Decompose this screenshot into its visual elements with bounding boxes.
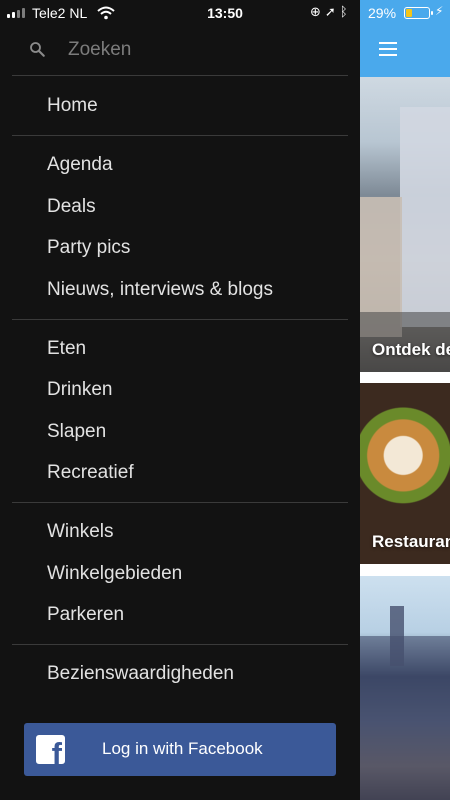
- battery-icon: [404, 7, 433, 19]
- search-icon: [30, 42, 45, 57]
- search-input[interactable]: [68, 36, 328, 64]
- divider: [12, 75, 348, 76]
- facebook-login-button[interactable]: f Log in with Facebook: [24, 723, 336, 776]
- feature-card-restaurants[interactable]: Restauran: [360, 383, 450, 564]
- menu-item-party-pics[interactable]: Party pics: [47, 237, 130, 259]
- status-icons: ⊕➚ᛒ: [310, 4, 352, 20]
- charging-icon: ⚡: [435, 4, 444, 18]
- menu-item-drinken[interactable]: Drinken: [47, 379, 112, 401]
- status-bar: Tele2 NL 13:50 ⊕➚ᛒ 29% ⚡: [0, 0, 450, 26]
- hamburger-menu-icon[interactable]: [379, 42, 397, 56]
- divider: [12, 644, 348, 645]
- bluetooth-icon: ᛒ: [339, 4, 352, 19]
- card-title: Restauran: [372, 532, 450, 551]
- menu-item-eten[interactable]: Eten: [47, 338, 86, 360]
- app-screen: Ontdek de Restauran Home Agenda Deals Pa…: [0, 0, 450, 800]
- feature-card-ontdek[interactable]: Ontdek de: [360, 77, 450, 372]
- main-content: Ontdek de Restauran: [360, 0, 450, 800]
- navigation-drawer: Home Agenda Deals Party pics Nieuws, int…: [0, 0, 360, 800]
- menu-item-slapen[interactable]: Slapen: [47, 421, 106, 443]
- menu-item-nieuws[interactable]: Nieuws, interviews & blogs: [47, 279, 273, 301]
- battery-fill: [406, 9, 413, 17]
- feature-card-bezienswaardigheden[interactable]: [360, 576, 450, 800]
- menu-item-home[interactable]: Home: [47, 95, 98, 117]
- menu-item-winkelgebieden[interactable]: Winkelgebieden: [47, 563, 182, 585]
- menu-item-deals[interactable]: Deals: [47, 196, 96, 218]
- menu-item-winkels[interactable]: Winkels: [47, 521, 114, 543]
- menu-item-recreatief[interactable]: Recreatief: [47, 462, 134, 484]
- divider: [12, 135, 348, 136]
- divider: [12, 319, 348, 320]
- divider: [12, 502, 348, 503]
- menu-item-bezienswaardigheden[interactable]: Bezienswaardigheden: [47, 663, 234, 685]
- facebook-icon: f: [36, 735, 65, 764]
- facebook-login-label: Log in with Facebook: [102, 739, 263, 758]
- location-icon: ➚: [324, 4, 340, 19]
- battery-percentage: 29%: [368, 5, 397, 21]
- menu-item-parkeren[interactable]: Parkeren: [47, 604, 124, 626]
- search-bar[interactable]: [12, 28, 348, 72]
- menu-item-agenda[interactable]: Agenda: [47, 154, 113, 176]
- card-title: Ontdek de: [372, 340, 450, 359]
- orientation-lock-icon: ⊕: [310, 4, 325, 19]
